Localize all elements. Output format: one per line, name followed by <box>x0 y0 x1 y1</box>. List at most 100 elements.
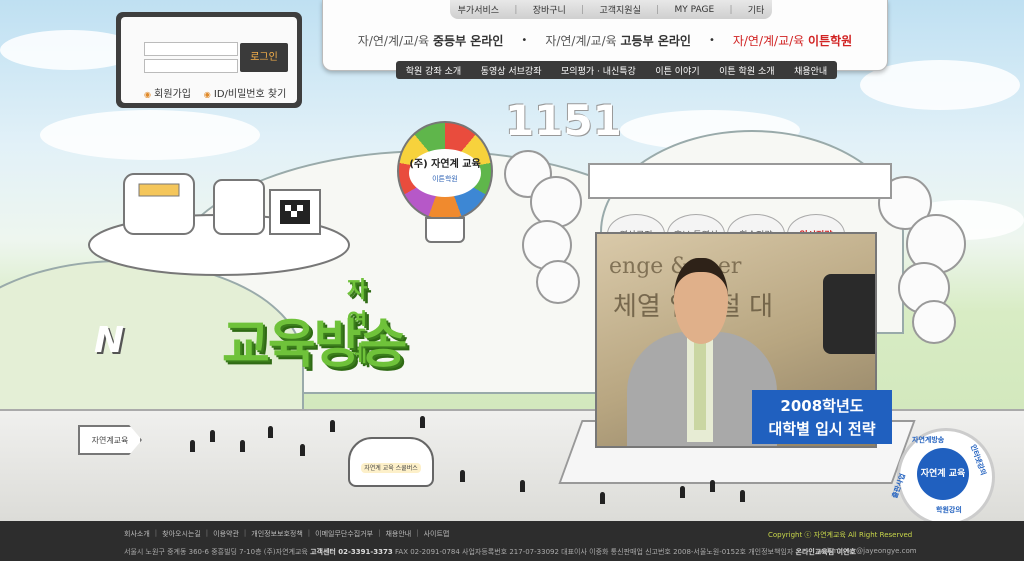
stage-roof <box>588 163 892 199</box>
utility-menu: 부가서비스 | 장바구니 | 고객지원실 | MY PAGE | 기타 <box>450 0 772 19</box>
menu-item-mock-exams[interactable]: 모의평가 · 내신특강 <box>561 64 636 77</box>
webmaster-email[interactable]: webmaster@jayeongye.com <box>817 547 917 555</box>
footer-link-privacy[interactable]: 개인정보보호정책 <box>251 529 303 539</box>
footer-link-recruit[interactable]: 채용안내 <box>385 529 411 539</box>
separator: | <box>154 529 158 537</box>
separator: | <box>378 529 381 537</box>
hill-number-sculpture: 1151 <box>505 96 622 145</box>
caption-line-2: 대학별 입시 전략 <box>768 420 876 438</box>
separator: | <box>514 4 518 15</box>
stage-bubble <box>536 260 580 304</box>
crowd-person <box>460 470 465 482</box>
cloud <box>40 110 260 160</box>
separator: | <box>729 4 733 15</box>
login-button[interactable]: 로그인 <box>240 43 288 72</box>
brand-eaton-academy[interactable]: 자/연/계/교/육 이튼학원 <box>733 32 852 49</box>
footer-link-sitemap[interactable]: 사이트맵 <box>424 529 450 539</box>
crowd-person <box>710 480 715 492</box>
badge-core: 자연계 교육 <box>917 448 969 500</box>
separator: | <box>656 4 660 15</box>
badge-ring-bottom: 학원강의 <box>936 506 962 514</box>
brand-prefix: 자/연/계/교/육 <box>545 34 617 48</box>
separator: | <box>416 529 419 537</box>
join-link[interactable]: 회원가입 <box>154 89 191 100</box>
crowd-person <box>210 430 215 442</box>
footer-link-terms[interactable]: 이용약관 <box>213 529 239 539</box>
login-box: 로그인 ◉ 회원가입 ◉ ID/비밀번호 찾기 <box>116 12 302 108</box>
crowd-person <box>240 440 245 452</box>
utility-item-support[interactable]: 고객지원실 <box>599 3 640 16</box>
brand-middle-online[interactable]: 자/연/계/교/육 중등부 온라인 <box>358 32 504 49</box>
separator: | <box>307 529 311 537</box>
brand-prefix: 자/연/계/교/육 <box>732 34 805 48</box>
login-links: ◉ 회원가입 ◉ ID/비밀번호 찾기 <box>144 85 286 100</box>
brand-links: 자/연/계/교/육 중등부 온라인 • 자/연/계/교/육 고등부 온라인 • … <box>323 32 887 49</box>
crowd-person <box>740 490 745 502</box>
password-input[interactable] <box>144 59 238 73</box>
brand-name: 중등부 온라인 <box>432 34 504 48</box>
stadium-building-illustration <box>88 173 350 276</box>
id-input[interactable] <box>144 42 238 56</box>
find-account-link[interactable]: ID/비밀번호 찾기 <box>214 89 286 100</box>
footer-link-directions[interactable]: 찾아오시는길 <box>162 529 201 539</box>
bullet-icon: ◉ <box>203 90 211 99</box>
brand-prefix: 자/연/계/교/육 <box>357 34 430 48</box>
footer-link-company[interactable]: 회사소개 <box>124 529 150 539</box>
address: 서울시 노원구 중계동 360-6 중흥빌딩 7-10층 (주)자연계교육 <box>124 548 308 556</box>
utility-item-etc[interactable]: 기타 <box>748 3 765 16</box>
brand-name: 이튼학원 <box>808 34 853 48</box>
crowd-person <box>300 444 305 456</box>
presenter-head <box>674 258 728 344</box>
customer-center: 고객센터 02-3391-3373 <box>310 548 393 556</box>
hot-air-balloon[interactable]: (주) 자연계 교육 이튼학원 <box>397 121 493 221</box>
stage-bubble <box>912 300 956 344</box>
direction-sign: 자연계교육 <box>78 425 142 455</box>
bullet-icon: • <box>521 35 528 46</box>
bus-plate: 자연계 교육 스쿨버스 <box>361 463 421 473</box>
footer-links: 회사소개 | 찾아오시는길 | 이용약관 | 개인정보보호정책 | 이메일무단수집거부 |… <box>124 529 449 539</box>
video-camera-icon <box>823 274 875 354</box>
crowd-person <box>330 420 335 432</box>
utility-item-mypage[interactable]: MY PAGE <box>675 5 715 15</box>
crowd-person <box>520 480 525 492</box>
main-menu: 학원 강좌 소개 동영상 서브강좌 모의평가 · 내신특강 이튼 이야기 이튼 … <box>396 61 837 79</box>
business-info: FAX 02-2091-0784 사업자등록번호 217-07-33092 대표… <box>395 548 794 556</box>
school-bus: 자연계 교육 스쿨버스 <box>348 437 434 487</box>
crowd-person <box>420 416 425 428</box>
n-letter-sculpture: N <box>94 320 125 361</box>
brand-badge[interactable]: 자연계 교육 자연계방송 인터넷강의 학원강의 출판사업 <box>891 428 995 521</box>
menu-item-recruit[interactable]: 채용안내 <box>794 64 827 77</box>
title-big: 교육방송 <box>222 315 407 375</box>
balloon-subtitle: 이튼학원 <box>432 175 458 183</box>
crowd-person <box>680 486 685 498</box>
bullet-icon: ◉ <box>144 90 151 99</box>
menu-item-eaton-story[interactable]: 이튼 이야기 <box>655 64 699 77</box>
menu-item-academy-intro[interactable]: 이튼 학원 소개 <box>719 64 774 77</box>
badge-ring-top: 자연계방송 <box>912 436 945 444</box>
presenter-tie <box>694 340 706 430</box>
menu-item-courses[interactable]: 학원 강좌 소개 <box>406 64 461 77</box>
footer: 회사소개 | 찾아오시는길 | 이용약관 | 개인정보보호정책 | 이메일무단수집거부 |… <box>0 521 1024 561</box>
utility-item-cart[interactable]: 장바구니 <box>533 3 566 16</box>
crowd-person <box>268 426 273 438</box>
balloon-basket <box>425 217 465 243</box>
caption-line-1: 2008학년도 <box>780 397 864 415</box>
separator: | <box>243 529 247 537</box>
crowd-person <box>600 492 605 504</box>
menu-item-video-courses[interactable]: 동영상 서브강좌 <box>481 64 542 77</box>
login-inner: 로그인 ◉ 회원가입 ◉ ID/비밀번호 찾기 <box>121 17 297 103</box>
brand-name: 고등부 온라인 <box>620 34 691 48</box>
video-caption: 2008학년도 대학별 입시 전략 <box>752 390 892 444</box>
brand-high-online[interactable]: 자/연/계/교/육 고등부 온라인 <box>545 32 691 49</box>
stage-bubble <box>530 176 582 228</box>
separator: | <box>205 529 209 537</box>
balloon-label: (주) 자연계 교육 이튼학원 <box>409 149 481 197</box>
crowd-person <box>190 440 195 452</box>
bullet-icon: • <box>708 35 715 46</box>
footer-link-email-policy[interactable]: 이메일무단수집거부 <box>315 529 373 539</box>
utility-item-extra-services[interactable]: 부가서비스 <box>458 3 499 16</box>
company-info: 서울시 노원구 중계동 360-6 중흥빌딩 7-10층 (주)자연계교육 고객… <box>124 547 856 557</box>
badge-ring-right: 인터넷강의 <box>968 443 988 477</box>
separator: | <box>581 4 585 15</box>
balloon-title: (주) 자연계 교육 <box>409 159 481 170</box>
